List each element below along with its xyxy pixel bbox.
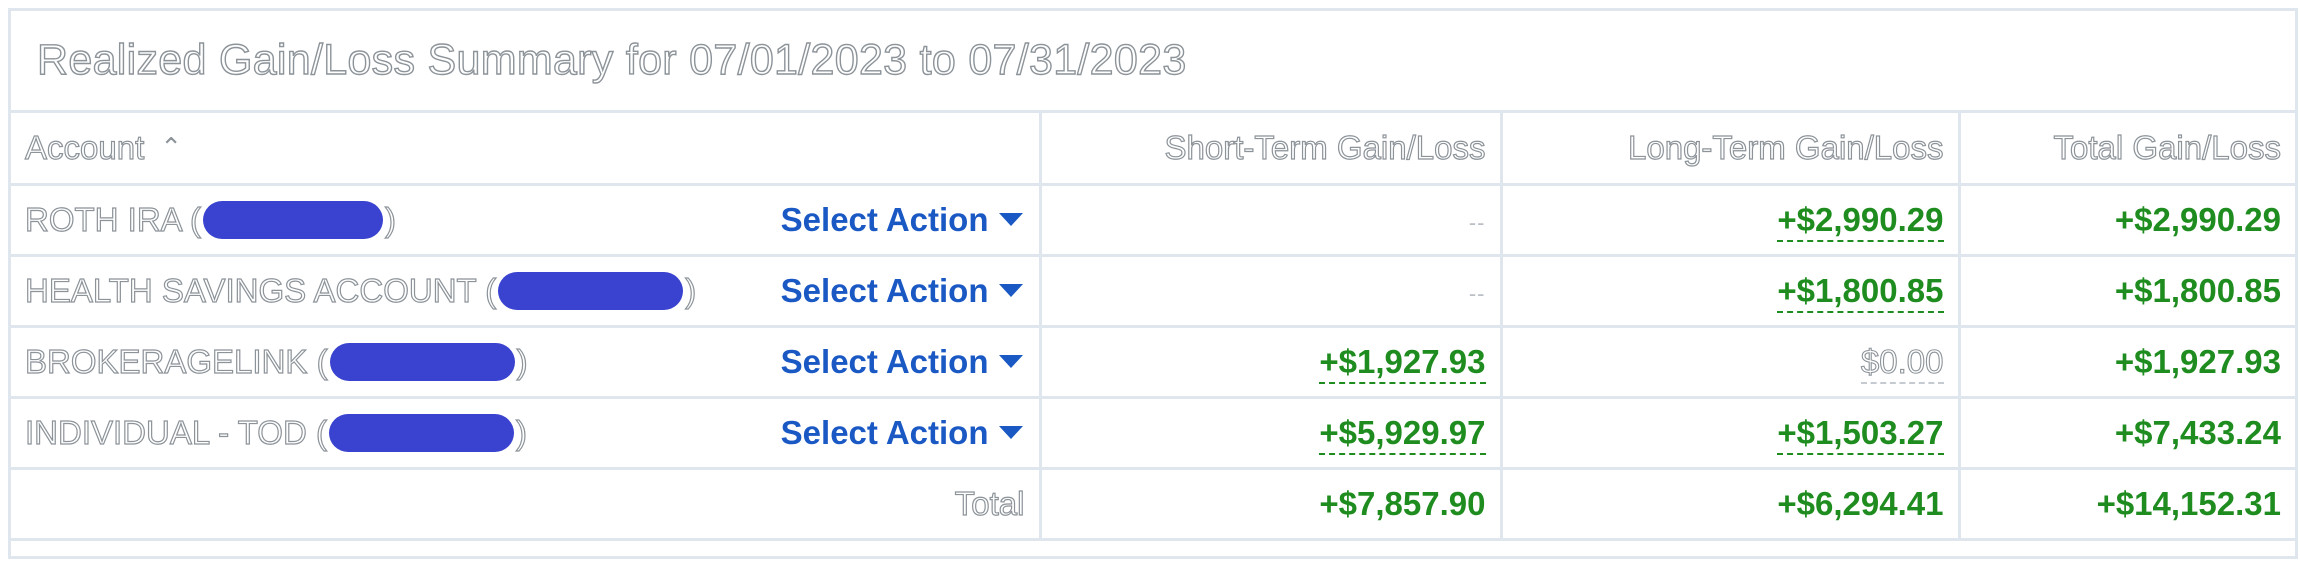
total-value: +$2,990.29 [2114, 200, 2281, 238]
page-title: Realized Gain/Loss Summary for 07/01/202… [36, 35, 1187, 84]
select-action-label: Select Action [780, 413, 989, 451]
table-row: BROKERAGELINK () Select Action +$1,927.9… [11, 324, 2295, 399]
account-name: INDIVIDUAL - TOD () [24, 413, 528, 452]
chevron-up-icon[interactable]: ⌃ [160, 132, 182, 163]
account-header-label: Account [24, 128, 145, 166]
long-term-cell: +$1,503.27 [1499, 395, 1961, 470]
table-header-row: Account ⌃ Short-Term Gain/Loss Long-Term … [11, 113, 2295, 186]
short-term-cell: +$1,927.93 [1038, 324, 1503, 399]
select-action-dropdown[interactable]: Select Action [781, 201, 1023, 239]
account-name-suffix: ) [516, 342, 528, 380]
account-name: ROTH IRA () [24, 200, 397, 239]
total-cell: +$2,990.29 [1957, 182, 2295, 257]
redacted-account-number [498, 271, 684, 310]
account-name-suffix: ) [384, 200, 397, 238]
total-cell: +$1,927.93 [1957, 324, 2295, 399]
redacted-account-number [329, 342, 515, 381]
account-cell: ROTH IRA () Select Action [11, 182, 1042, 257]
short-term-value: -- [1468, 210, 1486, 235]
select-action-label: Select Action [780, 342, 989, 380]
select-action-dropdown[interactable]: Select Action [781, 343, 1023, 381]
title-bar: Realized Gain/Loss Summary for 07/01/202… [11, 11, 2295, 113]
gain-loss-summary-panel: Realized Gain/Loss Summary for 07/01/202… [8, 8, 2298, 559]
account-name: HEALTH SAVINGS ACCOUNT () [24, 271, 697, 310]
table-row: HEALTH SAVINGS ACCOUNT () Select Action … [11, 253, 2295, 328]
total-value: +$1,927.93 [2114, 342, 2281, 380]
table-row: INDIVIDUAL - TOD () Select Action +$5,92… [11, 395, 2295, 470]
select-action-dropdown[interactable]: Select Action [781, 272, 1023, 310]
short-term-column-header[interactable]: Short-Term Gain/Loss [1038, 113, 1503, 186]
account-cell: INDIVIDUAL - TOD () Select Action [11, 395, 1042, 470]
short-term-cell: +$5,929.97 [1038, 395, 1503, 470]
caret-down-icon [998, 284, 1023, 297]
account-cell: HEALTH SAVINGS ACCOUNT () Select Action [11, 253, 1042, 328]
account-name-prefix: ROTH IRA ( [24, 200, 202, 238]
long-term-total-cell: +$6,294.41 [1499, 466, 1961, 541]
caret-down-icon [998, 426, 1023, 439]
redacted-account-number [203, 200, 384, 239]
short-term-total-cell: +$7,857.90 [1038, 466, 1503, 541]
long-term-total: +$6,294.41 [1777, 484, 1944, 522]
total-label-cell: Total [11, 466, 1042, 541]
select-action-label: Select Action [780, 271, 989, 309]
long-term-cell: +$1,800.85 [1499, 253, 1961, 328]
account-name-prefix: INDIVIDUAL - TOD ( [24, 413, 327, 451]
long-term-value-link[interactable]: $0.00 [1860, 342, 1944, 384]
long-term-cell: $0.00 [1499, 324, 1961, 399]
long-term-value-link[interactable]: +$2,990.29 [1777, 200, 1944, 242]
account-name-suffix: ) [515, 413, 527, 451]
total-value: +$7,433.24 [2114, 413, 2281, 451]
redacted-account-number [328, 413, 514, 452]
account-name: BROKERAGELINK () [24, 342, 528, 381]
select-action-label: Select Action [780, 200, 989, 238]
totals-row: Total +$7,857.90 +$6,294.41 +$14,152.31 [11, 466, 2295, 541]
total-column-header[interactable]: Total Gain/Loss [1957, 113, 2295, 186]
long-term-cell: +$2,990.29 [1499, 182, 1961, 257]
short-term-value: -- [1468, 281, 1486, 306]
account-cell: BROKERAGELINK () Select Action [11, 324, 1042, 399]
long-term-header-label: Long-Term Gain/Loss [1627, 128, 1944, 166]
long-term-value-link[interactable]: +$1,503.27 [1777, 413, 1944, 455]
long-term-value-link[interactable]: +$1,800.85 [1777, 271, 1944, 313]
account-name-suffix: ) [685, 271, 697, 309]
total-cell: +$7,433.24 [1957, 395, 2295, 470]
short-term-cell: -- [1038, 253, 1503, 328]
caret-down-icon [998, 355, 1023, 368]
total-header-label: Total Gain/Loss [2053, 128, 2282, 166]
table-row: ROTH IRA () Select Action -- +$2,990.29 … [11, 182, 2295, 257]
account-column-header[interactable]: Account ⌃ [11, 113, 1042, 186]
short-term-total: +$7,857.90 [1319, 484, 1486, 522]
total-cell: +$1,800.85 [1957, 253, 2295, 328]
select-action-dropdown[interactable]: Select Action [781, 414, 1023, 452]
grand-total: +$14,152.31 [2096, 484, 2281, 522]
account-name-prefix: BROKERAGELINK ( [24, 342, 328, 380]
total-label: Total [954, 484, 1025, 522]
total-value: +$1,800.85 [2114, 271, 2281, 309]
caret-down-icon [998, 213, 1023, 226]
short-term-value-link[interactable]: +$1,927.93 [1319, 342, 1486, 384]
account-name-prefix: HEALTH SAVINGS ACCOUNT ( [24, 271, 497, 309]
grand-total-cell: +$14,152.31 [1957, 466, 2295, 541]
long-term-column-header[interactable]: Long-Term Gain/Loss [1499, 113, 1961, 186]
gain-loss-table: Account ⌃ Short-Term Gain/Loss Long-Term … [11, 113, 2295, 541]
short-term-header-label: Short-Term Gain/Loss [1164, 128, 1486, 166]
short-term-cell: -- [1038, 182, 1503, 257]
short-term-value-link[interactable]: +$5,929.97 [1319, 413, 1486, 455]
